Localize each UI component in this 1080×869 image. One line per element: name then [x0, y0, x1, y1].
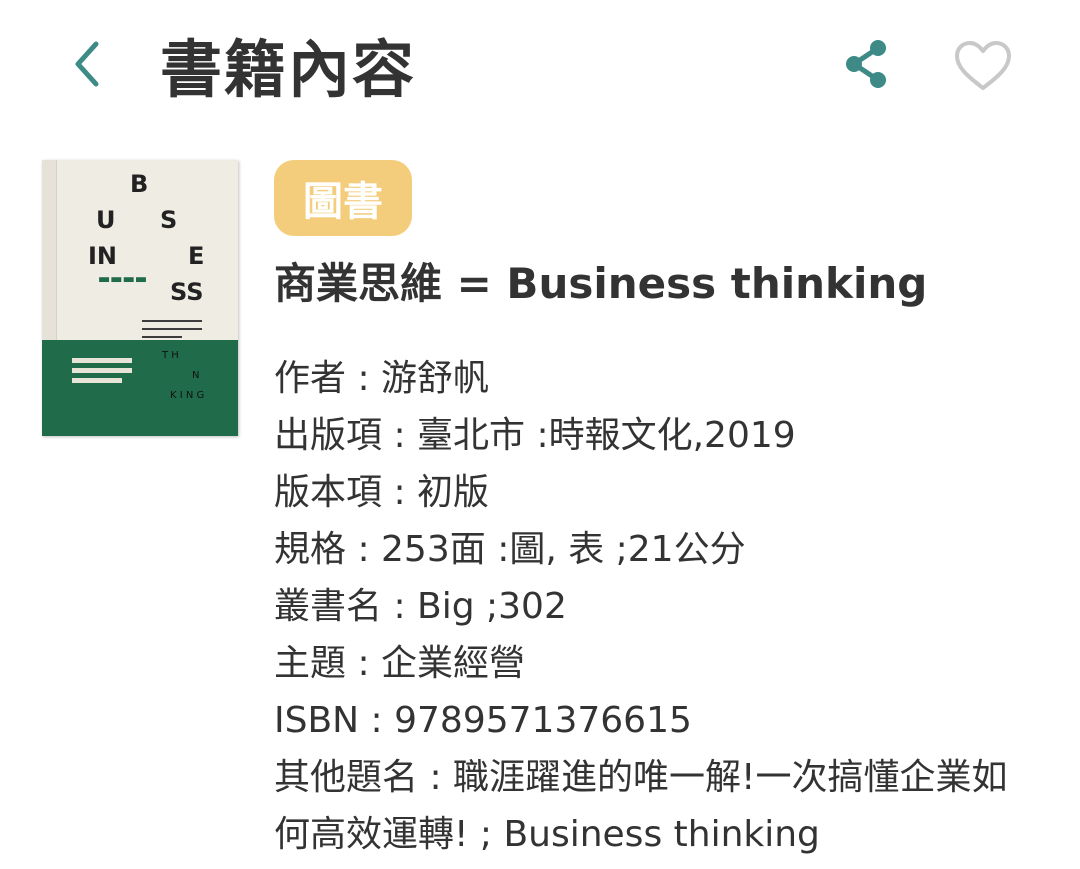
detail-label: 主題 — [274, 643, 347, 684]
svg-text:T H: T H — [161, 350, 179, 361]
book-title: 商業思維 = Business thinking — [274, 259, 928, 308]
detail-label: 版本項 — [274, 472, 383, 513]
page-title: 書籍內容 — [160, 33, 417, 106]
detail-publication: 出版項 : 臺北市 :時報文化,2019 — [274, 415, 796, 456]
cover-decoration: E — [188, 242, 205, 270]
heart-outline-icon — [955, 41, 1011, 90]
cover-decoration — [142, 336, 182, 338]
detail-other-titles: 其他題名 : 職涯躍進的唯一解!一次搞懂企業如何高效運轉! ; Business… — [274, 757, 1008, 855]
svg-text:K I N G: K I N G — [170, 390, 204, 401]
detail-label: ISBN — [274, 700, 360, 741]
detail-label: 叢書名 — [274, 586, 383, 627]
detail-author: 作者 : 游舒帆 — [274, 358, 490, 399]
cover-decoration — [142, 320, 202, 322]
cover-decoration: T H N K I N G — [72, 350, 204, 401]
cover-green-band: T H N K I N G — [42, 340, 238, 436]
back-button[interactable] — [62, 36, 112, 92]
detail-label: 規格 — [274, 529, 347, 570]
cover-decoration: IN — [88, 242, 118, 270]
cover-decoration: S — [160, 206, 178, 234]
detail-value: 游舒帆 — [381, 358, 490, 399]
detail-label: 出版項 — [274, 415, 383, 456]
cover-decoration: B — [130, 170, 149, 198]
favorite-button[interactable] — [950, 36, 1016, 96]
detail-value: 初版 — [417, 472, 490, 513]
share-button[interactable] — [838, 36, 894, 92]
svg-text:N: N — [192, 370, 199, 381]
detail-value: 9789571376615 — [394, 700, 692, 741]
cover-decoration: ▬▬▬▬ — [98, 272, 148, 287]
detail-value: 臺北市 :時報文化,2019 — [417, 415, 796, 456]
header-bar: 書籍內容 — [0, 0, 1080, 140]
share-icon — [846, 40, 886, 88]
detail-value: Big ;302 — [417, 586, 567, 627]
detail-label: 作者 — [274, 358, 347, 399]
material-type-badge: 圖書 — [274, 160, 412, 236]
book-details: 作者 : 游舒帆 出版項 : 臺北市 :時報文化,2019 版本項 : 初版 規… — [274, 350, 1034, 863]
detail-value: 企業經營 — [381, 643, 526, 684]
detail-label: 其他題名 — [274, 757, 419, 798]
detail-edition: 版本項 : 初版 — [274, 472, 490, 513]
cover-decoration — [142, 328, 202, 330]
cover-decoration: SS — [170, 278, 204, 306]
detail-physical-description: 規格 : 253面 :圖, 表 ;21公分 — [274, 529, 746, 570]
detail-subject: 主題 : 企業經營 — [274, 643, 526, 684]
chevron-left-icon — [75, 41, 99, 87]
detail-isbn: ISBN : 9789571376615 — [274, 700, 692, 741]
cover-decoration: U — [96, 206, 116, 234]
book-cover-image[interactable]: B U S IN E SS ▬▬▬▬ T H N K I N G — [42, 160, 238, 436]
detail-series: 叢書名 : Big ;302 — [274, 586, 567, 627]
detail-value: 253面 :圖, 表 ;21公分 — [381, 529, 746, 570]
